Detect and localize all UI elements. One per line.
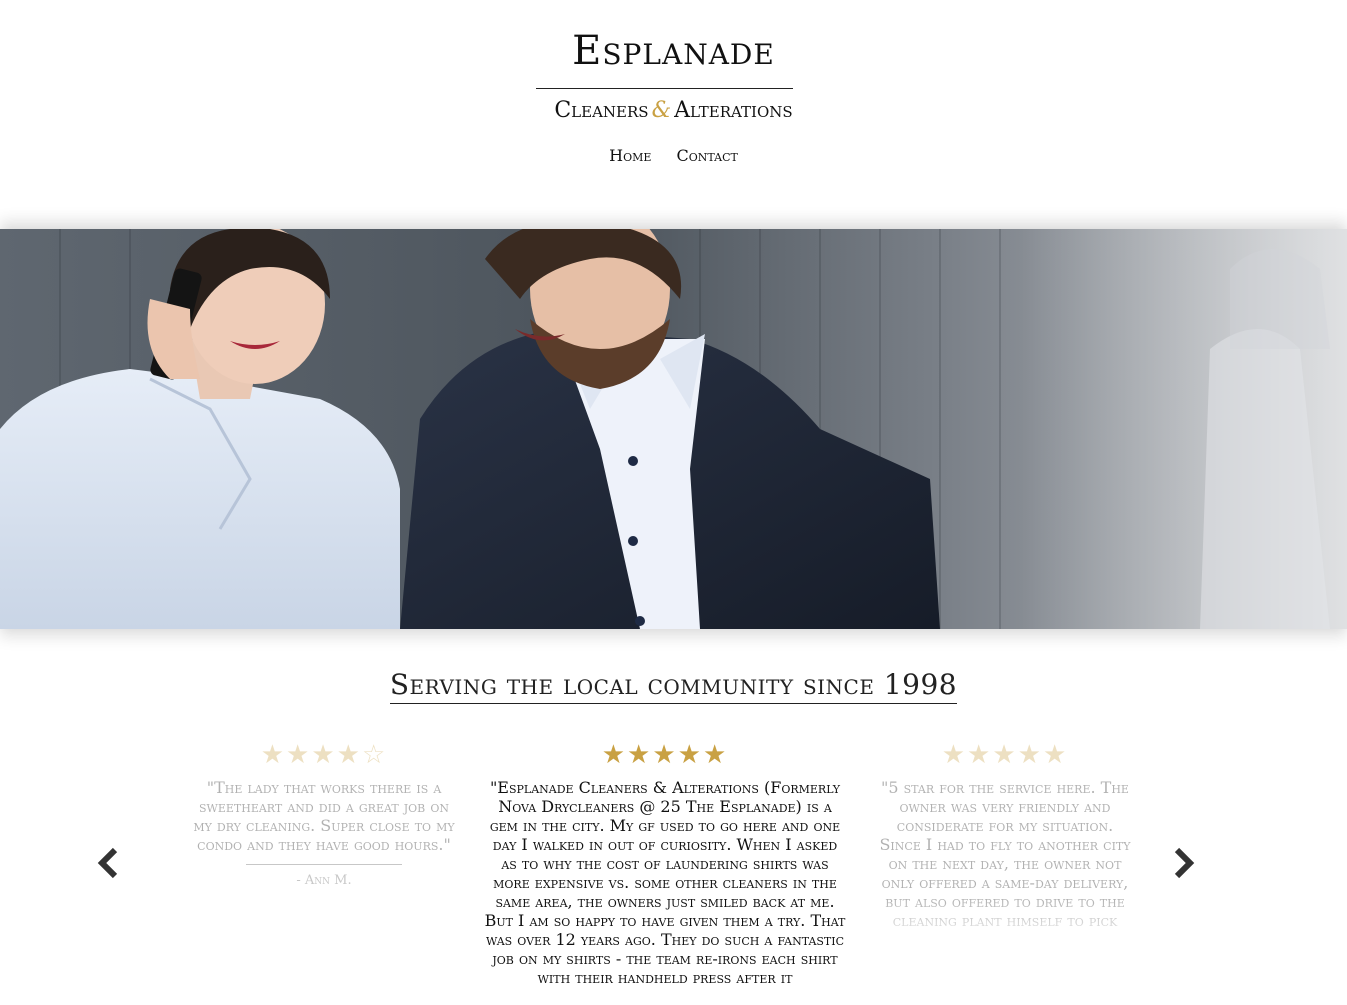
- site-header: Esplanade Cleaners & Alterations Home Cont…: [0, 0, 1347, 222]
- review-divider: [246, 864, 402, 865]
- brand-subtitle: Cleaners & Alterations: [0, 98, 1347, 123]
- tagline-text: Serving the local community since 1998: [389, 668, 958, 704]
- rating-stars: ★★★★★: [941, 740, 1069, 770]
- brand-subtitle-right: Alterations: [674, 98, 793, 123]
- chevron-right-icon: [1174, 847, 1195, 879]
- review-text: "Esplanade Cleaners & Alterations (Forme…: [484, 778, 846, 987]
- brand-subtitle-left: Cleaners: [554, 98, 649, 123]
- brand-title[interactable]: Esplanade: [0, 28, 1347, 74]
- review-card-right: ★★★★★ "5 star for the service here. The …: [878, 740, 1132, 930]
- hero-banner-image: [0, 229, 1347, 629]
- rating-stars: ★★★★★: [601, 740, 729, 770]
- hero-photo: [0, 229, 1347, 629]
- ampersand-glyph: &: [651, 98, 672, 123]
- review-card-center: ★★★★★ "Esplanade Cleaners & Alterations …: [483, 740, 847, 987]
- carousel-next-button[interactable]: [1171, 846, 1197, 880]
- main-nav: Home Contact: [0, 146, 1347, 165]
- review-card-left: ★★★★☆ "The lady that works there is a sw…: [188, 740, 460, 890]
- rating-stars: ★★★★☆: [260, 740, 388, 770]
- tagline-heading: Serving the local community since 1998: [0, 668, 1347, 704]
- nav-home-link[interactable]: Home: [609, 146, 651, 165]
- review-text: "The lady that works there is a sweethea…: [193, 778, 455, 854]
- review-text: "5 star for the service here. The owner …: [879, 778, 1131, 930]
- carousel-prev-button[interactable]: [95, 846, 121, 880]
- brand-divider: [536, 88, 793, 89]
- chevron-left-icon: [97, 847, 118, 879]
- review-author: - Ann M.: [296, 873, 352, 888]
- nav-contact-link[interactable]: Contact: [677, 146, 738, 165]
